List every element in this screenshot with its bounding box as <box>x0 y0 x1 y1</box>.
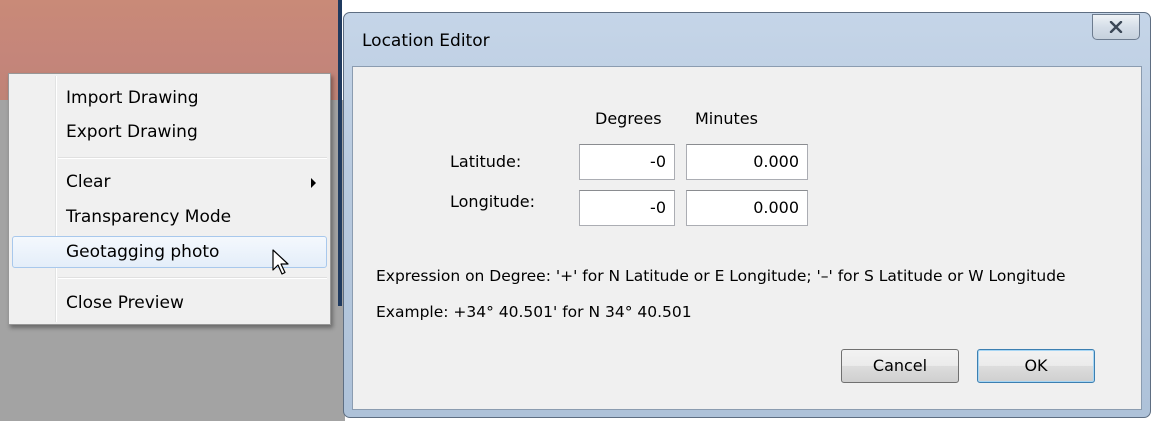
menu-item-label: Close Preview <box>66 293 184 313</box>
cancel-button[interactable]: Cancel <box>841 349 959 383</box>
degrees-column-header: Degrees <box>595 109 662 128</box>
longitude-minutes-field[interactable]: 0.000 <box>686 190 808 226</box>
longitude-label: Longitude: <box>450 192 535 211</box>
menu-item-close-preview[interactable]: Close Preview <box>12 287 327 319</box>
latitude-label: Latitude: <box>450 152 522 171</box>
menu-item-label: Clear <box>66 172 111 192</box>
latitude-degrees-field[interactable]: -0 <box>579 144 675 180</box>
background-window-edge <box>338 0 342 306</box>
dialog-client-area: Degrees Minutes Latitude: -0 0.000 Longi… <box>352 66 1142 410</box>
close-button[interactable] <box>1092 14 1140 40</box>
example-help-text: Example: +34° 40.501' for N 34° 40.501 <box>376 303 692 321</box>
menu-separator <box>58 157 327 159</box>
menu-item-import-drawing[interactable]: Import Drawing <box>12 82 327 114</box>
close-icon <box>1109 21 1123 33</box>
menu-separator <box>58 277 327 279</box>
expression-help-text: Expression on Degree: '+' for N Latitude… <box>376 267 1066 285</box>
minutes-column-header: Minutes <box>695 109 758 128</box>
location-editor-dialog: Location Editor Degrees Minutes Latitude… <box>343 12 1151 418</box>
menu-item-label: Transparency Mode <box>66 207 232 227</box>
longitude-degrees-field[interactable]: -0 <box>579 190 675 226</box>
ok-button[interactable]: OK <box>977 349 1095 383</box>
menu-item-transparency-mode[interactable]: Transparency Mode <box>12 201 327 233</box>
dialog-title: Location Editor <box>362 31 490 51</box>
chevron-right-icon <box>311 178 316 188</box>
menu-item-export-drawing[interactable]: Export Drawing <box>12 116 327 148</box>
menu-item-label: Import Drawing <box>66 88 199 108</box>
latitude-minutes-field[interactable]: 0.000 <box>686 144 808 180</box>
arrow-cursor-icon <box>272 249 289 275</box>
menu-item-clear[interactable]: Clear <box>12 166 327 198</box>
menu-item-label: Geotagging photo <box>66 242 220 262</box>
context-menu: Import Drawing Export Drawing Clear Tran… <box>8 73 331 325</box>
menu-item-label: Export Drawing <box>66 122 198 142</box>
